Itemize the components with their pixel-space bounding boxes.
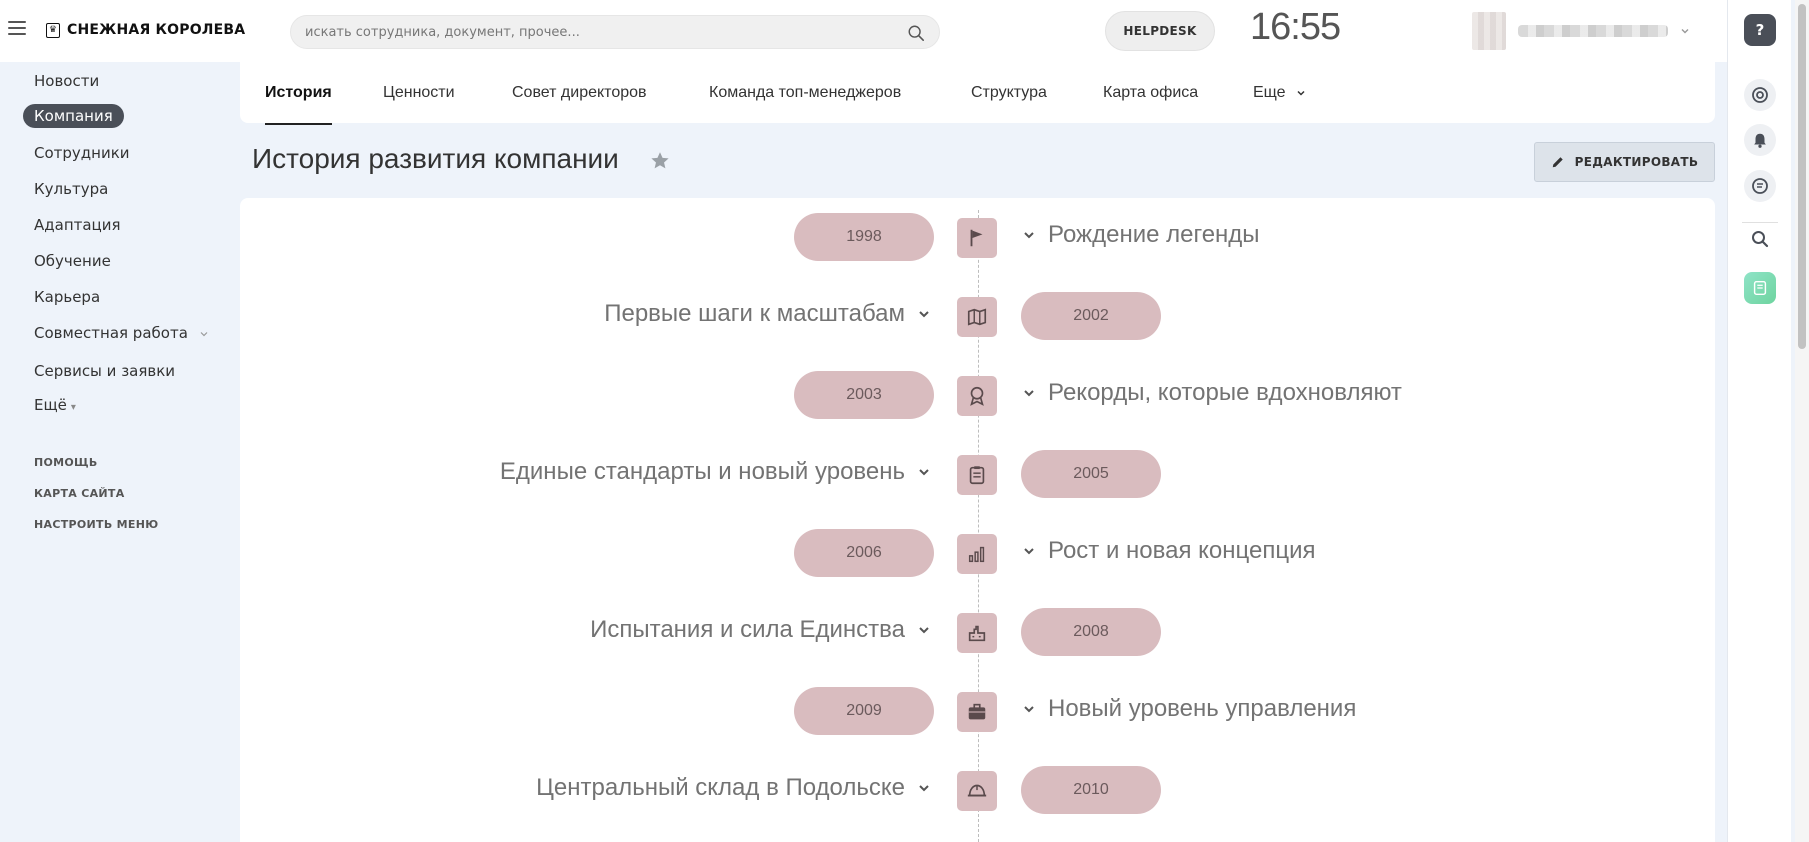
chevron-down-icon — [919, 785, 929, 792]
map-icon — [957, 297, 997, 337]
right-rail: ? — [1727, 0, 1791, 842]
scrollbar-thumb[interactable] — [1798, 4, 1806, 349]
tab-more[interactable]: Еще — [1253, 84, 1306, 102]
timeline-title[interactable]: Первые шаги к масштабам — [604, 300, 931, 328]
timeline-item: 2006 Рост и новая концепция — [0, 529, 1727, 579]
chat-icon[interactable] — [1744, 170, 1776, 202]
timeline-title-text: Рост и новая концепция — [1048, 537, 1316, 564]
timeline-title[interactable]: Центральный склад в Подольске — [536, 774, 931, 802]
timeline-title[interactable]: Рекорды, которые вдохновляют — [1022, 379, 1402, 407]
helpdesk-button[interactable]: HELPDESK — [1105, 11, 1215, 51]
brand-name: СНЕЖНАЯ КОРОЛЕВА — [67, 22, 246, 38]
timeline-item: Испытания и сила Единства 2008 — [0, 608, 1727, 658]
pencil-icon — [1552, 157, 1563, 168]
tab-top-managers[interactable]: Команда топ-менеджеров — [709, 84, 901, 102]
chevron-down-icon — [1024, 706, 1034, 713]
timeline-title-text: Единые стандарты и новый уровень — [499, 458, 905, 485]
timeline-year: 2008 — [1021, 608, 1161, 656]
tab-structure[interactable]: Структура — [971, 84, 1047, 102]
tab-board-of-directors[interactable]: Совет директоров — [512, 84, 647, 102]
timeline-year: 2009 — [794, 687, 934, 735]
sidebar-item-company[interactable]: Компания — [23, 104, 124, 128]
sidebar-item-employees[interactable]: Сотрудники — [34, 144, 130, 162]
avatar[interactable] — [1472, 12, 1506, 50]
timeline-year: 2006 — [794, 529, 934, 577]
chevron-down-icon — [919, 469, 929, 476]
menu-icon[interactable] — [8, 21, 26, 35]
tab-history[interactable]: История — [265, 84, 332, 125]
tab-more-label: Еще — [1253, 84, 1286, 101]
edit-button[interactable]: РЕДАКТИРОВАТЬ — [1534, 142, 1715, 182]
top-header: ♛ СНЕЖНАЯ КОРОЛЕВА HELPDESK 16:55 — [0, 0, 1727, 62]
award-icon — [957, 376, 997, 416]
page-scrollbar[interactable] — [1795, 0, 1809, 842]
timeline-title[interactable]: Рождение легенды — [1022, 221, 1260, 249]
star-icon[interactable] — [649, 150, 671, 172]
timeline-title-text: Первые шаги к масштабам — [604, 300, 905, 327]
search-input[interactable] — [305, 16, 885, 48]
timeline-item: 1998 Рождение легенды — [0, 213, 1727, 263]
timeline-item: Центральный склад в Подольске 2010 — [0, 766, 1727, 816]
edit-button-label: РЕДАКТИРОВАТЬ — [1574, 155, 1699, 169]
timeline-title[interactable]: Новый уровень управления — [1022, 695, 1356, 723]
timeline-year: 2010 — [1021, 766, 1161, 814]
timeline-item: Первые шаги к масштабам 2002 — [0, 292, 1727, 342]
timeline-year: 2002 — [1021, 292, 1161, 340]
timeline-title-text: Новый уровень управления — [1048, 695, 1357, 722]
hard-hat-icon — [957, 771, 997, 811]
chevron-down-icon — [919, 311, 929, 318]
search-icon[interactable] — [907, 24, 925, 42]
chevron-down-icon — [1024, 232, 1034, 239]
clipboard-icon — [957, 455, 997, 495]
chevron-down-icon — [919, 627, 929, 634]
timeline-item: 2009 Новый уровень управления — [0, 687, 1727, 737]
tab-values[interactable]: Ценности — [383, 84, 455, 102]
brand-logo[interactable]: ♛ СНЕЖНАЯ КОРОЛЕВА — [46, 22, 245, 38]
briefcase-icon — [957, 692, 997, 732]
timeline-item: 2003 Рекорды, которые вдохновляют — [0, 371, 1727, 421]
bar-chart-icon — [957, 534, 997, 574]
timeline-year: 2003 — [794, 371, 934, 419]
section-tabs: История Ценности Совет директоров Команд… — [240, 62, 1715, 125]
timeline-title-text: Рождение легенды — [1048, 221, 1260, 248]
timeline-item: Единые стандарты и новый уровень 2005 — [0, 450, 1727, 500]
bell-icon[interactable] — [1744, 124, 1776, 156]
timeline-title-text: Центральный склад в Подольске — [536, 774, 905, 801]
timeline-title-text: Рекорды, которые вдохновляют — [1048, 379, 1402, 406]
chevron-down-icon — [1024, 390, 1034, 397]
search-icon[interactable] — [1744, 223, 1776, 255]
timeline-title-text: Испытания и сила Единства — [590, 616, 905, 643]
brand-mark-icon: ♛ — [46, 22, 60, 38]
timeline-title[interactable]: Испытания и сила Единства — [590, 616, 931, 644]
activity-icon[interactable] — [1744, 79, 1776, 111]
sidebar-item-news[interactable]: Новости — [34, 72, 99, 90]
timeline-year: 1998 — [794, 213, 934, 261]
sidebar-item-culture[interactable]: Культура — [34, 180, 108, 198]
chevron-down-icon[interactable] — [1680, 26, 1690, 36]
clock: 16:55 — [1250, 6, 1341, 48]
factory-icon — [957, 613, 997, 653]
flag-icon — [957, 218, 997, 258]
help-button[interactable]: ? — [1744, 14, 1776, 46]
search-bar[interactable] — [290, 15, 940, 49]
page-title: История развития компании — [252, 143, 619, 174]
timeline-title[interactable]: Рост и новая концепция — [1022, 537, 1315, 565]
timeline-title[interactable]: Единые стандарты и новый уровень — [500, 458, 931, 486]
app-notes-icon[interactable] — [1744, 272, 1776, 304]
chevron-down-icon — [1024, 548, 1034, 555]
timeline-year: 2005 — [1021, 450, 1161, 498]
user-menu[interactable] — [1472, 12, 1690, 50]
user-name-blurred[interactable] — [1518, 25, 1668, 37]
chevron-down-icon — [1297, 90, 1305, 96]
tab-office-map[interactable]: Карта офиса — [1103, 84, 1198, 102]
